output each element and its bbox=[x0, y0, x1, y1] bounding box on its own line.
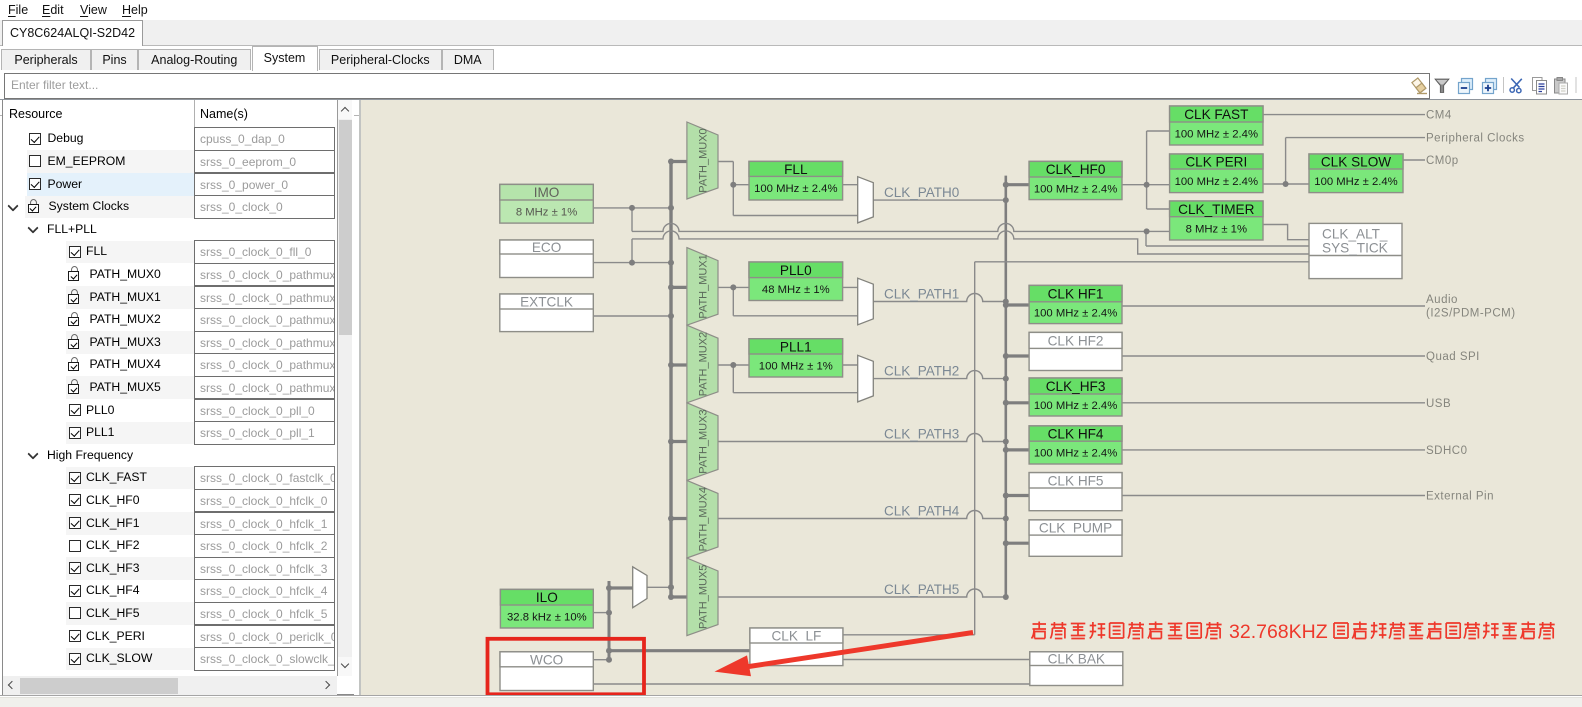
svg-text:100 MHz ± 2.4%: 100 MHz ± 2.4% bbox=[754, 183, 837, 195]
svg-text:WCO: WCO bbox=[530, 652, 563, 667]
svg-text:8 MHz ± 1%: 8 MHz ± 1% bbox=[1186, 223, 1247, 235]
svg-text:PATH_MUX2: PATH_MUX2 bbox=[698, 332, 710, 396]
svg-text:USB: USB bbox=[1426, 398, 1451, 410]
svg-text:PATH_MUX3: PATH_MUX3 bbox=[698, 409, 710, 473]
svg-text:CLK HF1: CLK HF1 bbox=[1048, 287, 1104, 302]
svg-text:CLK HF5: CLK HF5 bbox=[1048, 473, 1104, 488]
svg-text:100 MHz ± 2.4%: 100 MHz ± 2.4% bbox=[1034, 400, 1117, 412]
svg-text:(I2S/PDM-PCM): (I2S/PDM-PCM) bbox=[1426, 308, 1516, 320]
svg-text:100 MHz ± 2.4%: 100 MHz ± 2.4% bbox=[1034, 183, 1117, 195]
svg-text:CLK_LF: CLK_LF bbox=[771, 629, 821, 644]
svg-text:CLK_PATH0: CLK_PATH0 bbox=[884, 185, 959, 200]
svg-text:48 MHz ± 1%: 48 MHz ± 1% bbox=[762, 284, 830, 296]
svg-text:CLK HF4: CLK HF4 bbox=[1048, 427, 1104, 442]
svg-text:SYS_TICK: SYS_TICK bbox=[1322, 241, 1388, 256]
svg-text:CLK_PATH5: CLK_PATH5 bbox=[884, 582, 959, 597]
svg-text:PATH_MUX0: PATH_MUX0 bbox=[698, 128, 710, 192]
svg-text:CM4: CM4 bbox=[1426, 110, 1452, 122]
svg-text:32.768KHZ: 32.768KHZ bbox=[1229, 621, 1328, 643]
svg-text:PLL1: PLL1 bbox=[780, 339, 812, 354]
svg-text:CLK_PATH4: CLK_PATH4 bbox=[884, 504, 960, 519]
svg-text:Quad SPI: Quad SPI bbox=[1426, 351, 1480, 363]
svg-text:Audio: Audio bbox=[1426, 294, 1458, 306]
svg-text:External Pin: External Pin bbox=[1426, 491, 1494, 503]
svg-text:EXTCLK: EXTCLK bbox=[520, 295, 573, 310]
svg-text:CLK_TIMER: CLK_TIMER bbox=[1178, 202, 1254, 217]
svg-text:CLK FAST: CLK FAST bbox=[1184, 107, 1248, 122]
svg-text:IMO: IMO bbox=[534, 185, 560, 200]
svg-text:8 MHz ± 1%: 8 MHz ± 1% bbox=[516, 207, 577, 219]
svg-text:100 MHz ± 2.4%: 100 MHz ± 2.4% bbox=[1034, 448, 1117, 460]
svg-text:100 MHz ± 2.4%: 100 MHz ± 2.4% bbox=[1175, 129, 1258, 141]
svg-text:PATH_MUX4: PATH_MUX4 bbox=[698, 487, 710, 551]
svg-text:CLK_PATH1: CLK_PATH1 bbox=[884, 287, 959, 302]
svg-text:100 MHz ± 2.4%: 100 MHz ± 2.4% bbox=[1034, 308, 1117, 320]
svg-text:CLK_PATH3: CLK_PATH3 bbox=[884, 427, 959, 442]
svg-text:ILO: ILO bbox=[536, 590, 558, 605]
svg-text:100 MHz ± 1%: 100 MHz ± 1% bbox=[759, 361, 833, 373]
svg-text:100 MHz ± 2.4%: 100 MHz ± 2.4% bbox=[1314, 176, 1397, 188]
svg-text:CLK_ALT_: CLK_ALT_ bbox=[1322, 227, 1388, 242]
svg-text:CLK_HF0: CLK_HF0 bbox=[1046, 162, 1106, 177]
svg-text:32.8 kHz ± 10%: 32.8 kHz ± 10% bbox=[507, 612, 587, 624]
svg-text:PATH_MUX1: PATH_MUX1 bbox=[698, 254, 710, 318]
svg-text:Peripheral Clocks: Peripheral Clocks bbox=[1426, 133, 1525, 145]
svg-text:CLK_PUMP: CLK_PUMP bbox=[1039, 521, 1112, 536]
svg-text:FLL: FLL bbox=[784, 162, 808, 177]
svg-text:CM0p: CM0p bbox=[1426, 155, 1459, 167]
svg-text:PLL0: PLL0 bbox=[780, 263, 812, 278]
svg-text:SDHC0: SDHC0 bbox=[1426, 445, 1467, 457]
svg-text:ECO: ECO bbox=[532, 240, 561, 255]
svg-text:CLK BAK: CLK BAK bbox=[1048, 652, 1105, 667]
svg-text:100 MHz ± 2.4%: 100 MHz ± 2.4% bbox=[1175, 176, 1258, 188]
svg-text:PATH_MUX5: PATH_MUX5 bbox=[698, 565, 710, 629]
svg-text:CLK SLOW: CLK SLOW bbox=[1321, 155, 1391, 170]
svg-text:CLK_PATH2: CLK_PATH2 bbox=[884, 364, 959, 379]
svg-text:CLK HF2: CLK HF2 bbox=[1048, 333, 1104, 348]
svg-text:CLK_HF3: CLK_HF3 bbox=[1046, 379, 1106, 394]
svg-text:CLK PERI: CLK PERI bbox=[1185, 155, 1247, 170]
